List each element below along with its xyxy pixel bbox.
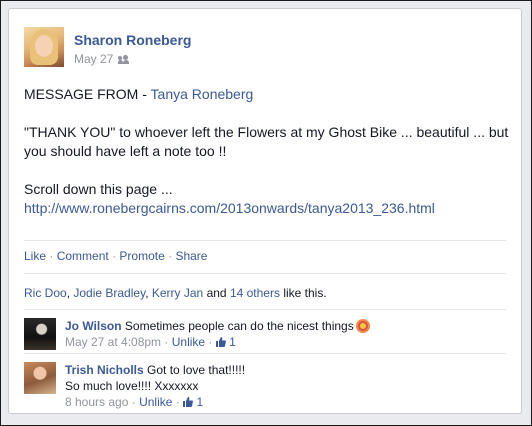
promote-button[interactable]: Promote: [119, 249, 164, 263]
comment-text: Got to love that!!!!!: [147, 363, 246, 377]
thumbs-up-icon: [183, 395, 194, 407]
divider: [24, 353, 506, 354]
post-actions: Like · Comment · Promote · Share: [24, 249, 207, 263]
thumbs-up-icon: [215, 335, 226, 347]
likes-and-text: and: [206, 286, 227, 300]
separator: ·: [49, 249, 54, 263]
unlike-button[interactable]: Unlike: [139, 395, 172, 409]
liker-link[interactable]: Kerry Jan: [152, 286, 203, 300]
comment-like-count[interactable]: 1: [215, 335, 236, 349]
friends-icon[interactable]: [118, 54, 130, 64]
comment-timestamp[interactable]: May 27 at 4:08pm: [65, 335, 161, 349]
like-count-value: 1: [196, 395, 204, 409]
post-card: Sharon Roneberg May 27 MESSAGE FROM - Ta…: [8, 8, 522, 414]
post-body: MESSAGE FROM - Tanya Roneberg "THANK YOU…: [24, 85, 514, 218]
separator: ·: [168, 249, 173, 263]
comment-text: So much love!!!! Xxxxxxx: [65, 379, 199, 393]
body-line-1: "THANK YOU" to whoever left the Flowers …: [24, 124, 509, 140]
comment-body: Trish Nicholls Got to love that!!!!! So …: [65, 362, 505, 410]
body-line-2: you should have left a note too !!: [24, 143, 227, 159]
comment-meta: May 27 at 4:08pm · Unlike · 1: [65, 335, 236, 349]
message-from-link[interactable]: Tanya Roneberg: [151, 86, 254, 102]
comment-text: Sometimes people can do the nicest thing…: [124, 319, 354, 333]
screenshot-frame: Sharon Roneberg May 27 MESSAGE FROM - Ta…: [0, 0, 532, 426]
likes-summary: Ric Doo, Jodie Bradley, Kerry Jan and 14…: [24, 286, 327, 300]
separator: ·: [112, 249, 117, 263]
divider: [24, 309, 506, 310]
post-timestamp[interactable]: May 27: [74, 52, 113, 66]
commenter-name-link[interactable]: Trish Nicholls: [65, 363, 144, 377]
share-button[interactable]: Share: [175, 249, 207, 263]
comment-body: Jo Wilson Sometimes people can do the ni…: [65, 318, 505, 350]
like-button[interactable]: Like: [24, 249, 46, 263]
likes-others-link[interactable]: 14 others: [230, 286, 280, 300]
flower-icon: [355, 319, 370, 333]
liker-link[interactable]: Jodie Bradley: [73, 286, 145, 300]
divider: [24, 240, 506, 241]
avatar-face: [35, 35, 53, 57]
message-prefix: MESSAGE FROM -: [24, 86, 151, 102]
author-avatar[interactable]: [24, 27, 64, 67]
commenter-avatar[interactable]: [24, 362, 56, 394]
unlike-button[interactable]: Unlike: [172, 335, 205, 349]
commenter-avatar[interactable]: [24, 318, 56, 350]
post-meta: May 27: [74, 52, 130, 66]
comment-meta: 8 hours ago · Unlike · 1: [65, 395, 204, 409]
post-url-link[interactable]: http://www.ronebergcairns.com/2013onward…: [24, 200, 435, 216]
liker-link[interactable]: Ric Doo: [24, 286, 67, 300]
commenter-name-link[interactable]: Jo Wilson: [65, 319, 122, 333]
divider: [24, 273, 506, 274]
author-name-link[interactable]: Sharon Roneberg: [74, 32, 191, 48]
like-count-value: 1: [229, 335, 236, 349]
comment-timestamp[interactable]: 8 hours ago: [65, 395, 128, 409]
scroll-text: Scroll down this page ...: [24, 181, 173, 197]
comment-button[interactable]: Comment: [57, 249, 109, 263]
comment-like-count[interactable]: 1: [183, 395, 203, 409]
message-from-line: MESSAGE FROM - Tanya Roneberg: [24, 85, 514, 104]
likes-suffix: like this.: [283, 286, 327, 300]
